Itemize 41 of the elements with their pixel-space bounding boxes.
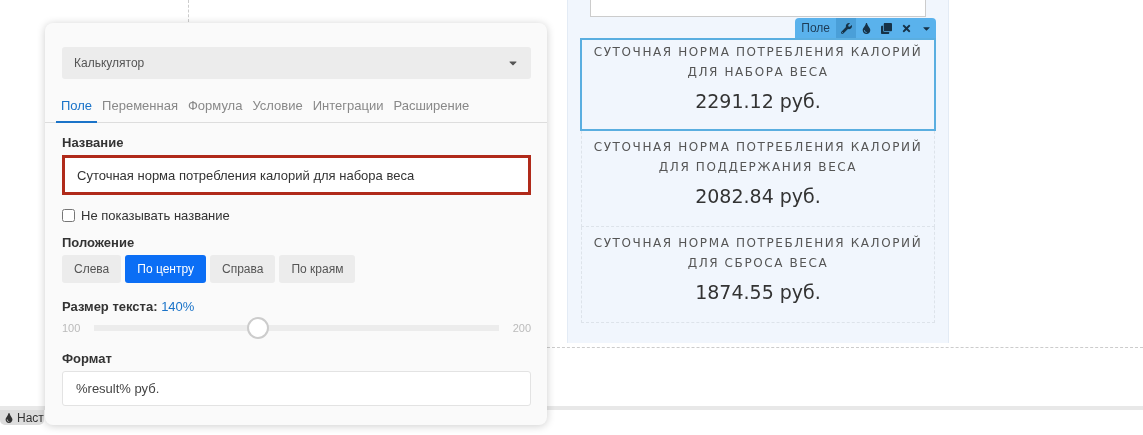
dropdown-value: Калькулятор	[74, 56, 145, 70]
format-field[interactable]: %result% руб.	[62, 371, 531, 406]
result-field[interactable]: СУТОЧНАЯ НОРМА ПОТРЕБЛЕНИЯ КАЛОРИЙ ДЛЯ СБРОСА ВЕСА 1874.55 руб.	[581, 227, 935, 323]
result-title: СУТОЧНАЯ НОРМА ПОТРЕБЛЕНИЯ КАЛОРИЙ ДЛЯ ПОДДЕРЖАНИЯ ВЕСА	[592, 138, 924, 176]
tab[interactable]: Интеграции	[307, 98, 389, 123]
tab[interactable]: Расширение	[388, 98, 475, 123]
drop-icon[interactable]	[860, 22, 872, 34]
alignment-button[interactable]: По центру	[125, 255, 206, 283]
alignment-button[interactable]: По краям	[279, 255, 356, 283]
close-icon[interactable]	[900, 22, 912, 34]
alignment-button[interactable]: Справа	[210, 255, 276, 283]
hide-name-checkbox[interactable]	[62, 209, 75, 222]
tab[interactable]: Переменная	[97, 98, 183, 123]
input-field[interactable]	[590, 0, 926, 17]
alignment-button[interactable]: Слева	[62, 255, 122, 283]
result-value: 1874.55 руб.	[695, 281, 821, 303]
field-label: Название	[62, 135, 125, 150]
size-value: 140%	[161, 299, 195, 314]
wrench-icon[interactable]	[840, 22, 852, 34]
field-label: Положение	[62, 235, 136, 250]
drop-icon	[4, 412, 14, 423]
name-field[interactable]: Суточная норма потребления калорий для набора веса	[62, 155, 531, 195]
result-title: СУТОЧНАЯ НОРМА ПОТРЕБЛЕНИЯ КАЛОРИЙ ДЛЯ СБРОСА ВЕСА	[592, 234, 924, 272]
slider-min: 100	[62, 322, 81, 334]
calculator-dropdown[interactable]: Калькулятор	[62, 47, 531, 79]
tab[interactable]: Поле	[56, 98, 98, 123]
settings-tab[interactable]: Наст	[0, 410, 44, 425]
result-value: 2082.84 руб.	[695, 185, 821, 207]
copy-icon[interactable]	[880, 22, 892, 34]
result-value: 2291.12 руб.	[695, 90, 821, 112]
slider-thumb[interactable]	[247, 317, 270, 339]
toolbar-label: Поле	[800, 21, 831, 35]
result-field[interactable]: СУТОЧНАЯ НОРМА ПОТРЕБЛЕНИЯ КАЛОРИЙ ДЛЯ НАБОРА ВЕСА 2291.12 руб.	[580, 38, 936, 131]
field-label: Размер текста:	[62, 299, 158, 314]
result-field[interactable]: СУТОЧНАЯ НОРМА ПОТРЕБЛЕНИЯ КАЛОРИЙ ДЛЯ ПОДДЕРЖАНИЯ ВЕСА 2082.84 руб.	[581, 131, 935, 227]
tab[interactable]: Условие	[247, 98, 308, 123]
checkbox-label: Не показывать название	[81, 208, 230, 223]
result-title: СУТОЧНАЯ НОРМА ПОТРЕБЛЕНИЯ КАЛОРИЙ ДЛЯ НАБОРА ВЕСА	[592, 43, 924, 81]
slider-max: 200	[512, 322, 531, 334]
tab[interactable]: Формула	[182, 98, 248, 123]
field-label: Формат	[62, 351, 113, 366]
